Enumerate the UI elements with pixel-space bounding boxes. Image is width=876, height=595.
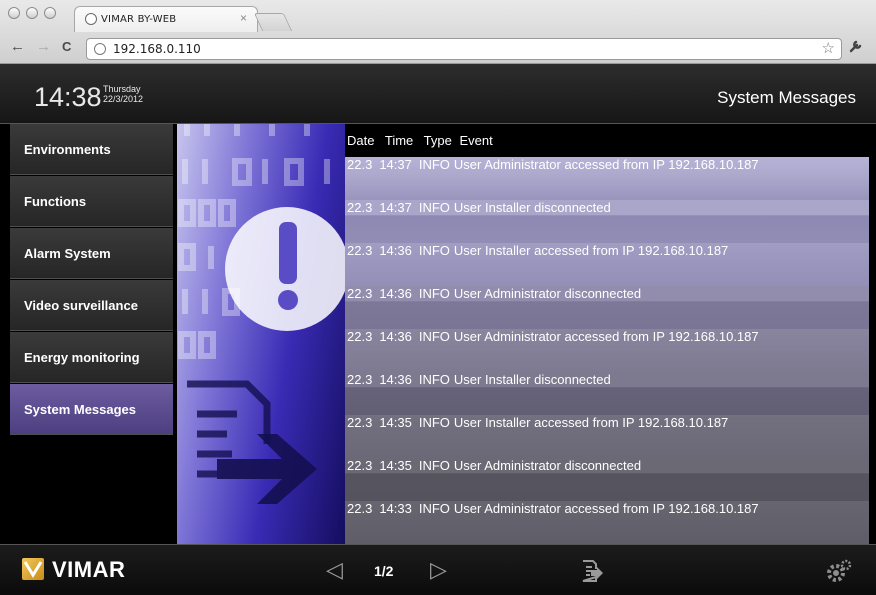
table-header: Date Time Type Event: [345, 124, 869, 157]
close-tab-icon[interactable]: ×: [240, 11, 247, 25]
page-title: System Messages: [717, 88, 856, 107]
clock-time: 14:38: [34, 82, 102, 112]
cell-time: 14:35: [379, 415, 412, 430]
bookmark-star-icon[interactable]: ☆: [822, 39, 835, 57]
cell-event: User Installer disconnected: [453, 200, 611, 215]
cell-time: 14:37: [379, 200, 412, 215]
table-row[interactable]: 22.3 14:33 INFO User Administrator accessed…: [345, 501, 869, 544]
cell-date: 22.3: [347, 415, 373, 430]
cell-type: INFO: [418, 329, 450, 344]
cell-date: 22.3: [347, 200, 373, 215]
table-row[interactable]: 22.3 14:36 INFO User Administrator disconne…: [345, 286, 869, 329]
table-row[interactable]: 22.3 14:37 INFO User Installer disconnected: [345, 200, 869, 243]
forward-button[interactable]: →: [36, 38, 51, 56]
cell-time: 14:36: [379, 243, 412, 258]
export-icon[interactable]: [580, 559, 604, 583]
sidebar-item-video-surveillance[interactable]: Video surveillance: [10, 280, 173, 331]
cell-event: User Administrator accessed from IP 192.…: [453, 157, 759, 172]
system-messages-illustration: [177, 124, 345, 595]
tab-title: VIMAR BY-WEB: [101, 14, 177, 25]
right-border: [869, 124, 876, 595]
brand-logo: VIMAR: [52, 557, 126, 582]
cell-event: User Installer accessed from IP 192.168.…: [453, 243, 729, 258]
cell-type: INFO: [418, 200, 450, 215]
cell-event: User Administrator accessed from IP 192.…: [453, 329, 759, 344]
previous-page-button[interactable]: ◁: [326, 559, 343, 581]
binary-warning-illustration: [178, 124, 345, 504]
reload-button[interactable]: C: [62, 38, 71, 56]
app-header: 14:38 Thursday 22/3/2012 System Messages: [0, 64, 876, 124]
cell-time: 14:37: [379, 157, 412, 172]
date: 22/3/2012: [103, 94, 144, 104]
cell-event: User Installer disconnected: [453, 372, 611, 387]
address-bar[interactable]: 192.168.0.110 ☆: [86, 38, 842, 60]
cell-time: 14:35: [379, 458, 412, 473]
table-row[interactable]: 22.3 14:37 INFO User Administrator accessed…: [345, 157, 869, 200]
back-button[interactable]: ←: [10, 38, 25, 56]
sidebar-item-alarm-system[interactable]: Alarm System: [10, 228, 173, 279]
url-text[interactable]: 192.168.0.110: [113, 42, 201, 56]
cell-time: 14:36: [379, 372, 412, 387]
cell-date: 22.3: [347, 157, 373, 172]
messages-table: Date Time Type Event 22.3 14:37 INFO User A…: [345, 124, 869, 595]
column-event: Event: [459, 133, 493, 148]
sidebar-item-environments[interactable]: Environments: [10, 124, 173, 175]
sidebar-item-functions[interactable]: Functions: [10, 176, 173, 227]
sidebar-item-energy-monitoring[interactable]: Energy monitoring: [10, 332, 173, 383]
cell-date: 22.3: [347, 286, 373, 301]
cell-event: User Administrator disconnected: [453, 286, 642, 301]
table-row[interactable]: 22.3 14:36 INFO User Installer disconnected: [345, 372, 869, 415]
cell-type: INFO: [418, 243, 450, 258]
table-row[interactable]: 22.3 14:35 INFO User Installer accessed fro…: [345, 415, 869, 458]
wrench-icon[interactable]: [848, 38, 864, 58]
cell-time: 14:36: [379, 286, 412, 301]
cell-event: User Administrator accessed from IP 192.…: [453, 501, 759, 516]
table-row[interactable]: 22.3 14:35 INFO User Administrator disconne…: [345, 458, 869, 501]
cell-date: 22.3: [347, 329, 373, 344]
browser-tab[interactable]: VIMAR BY-WEB ×: [74, 6, 258, 32]
cell-type: INFO: [418, 458, 450, 473]
cell-type: INFO: [418, 286, 450, 301]
cell-time: 14:33: [379, 501, 412, 516]
globe-icon: [85, 13, 97, 25]
cell-event: User Installer accessed from IP 192.168.…: [453, 415, 729, 430]
clock-date: Thursday 22/3/2012: [103, 84, 143, 104]
cell-time: 14:36: [379, 329, 412, 344]
cell-type: INFO: [418, 415, 450, 430]
cell-type: INFO: [418, 157, 450, 172]
next-page-button[interactable]: ▷: [430, 559, 447, 581]
table-row[interactable]: 22.3 14:36 INFO User Administrator accessed…: [345, 329, 869, 372]
cell-date: 22.3: [347, 372, 373, 387]
zoom-window-button[interactable]: [44, 7, 56, 19]
globe-icon: [94, 43, 106, 55]
cell-type: INFO: [418, 372, 450, 387]
new-tab-button[interactable]: [253, 13, 293, 31]
app-footer: VIMAR ◁ 1/2 ▷: [0, 544, 876, 595]
cell-date: 22.3: [347, 243, 373, 258]
sidebar-menu: Environments Functions Alarm System Vide…: [10, 124, 173, 595]
cell-date: 22.3: [347, 458, 373, 473]
browser-chrome: VIMAR BY-WEB × ← → C 192.168.0.110 ☆: [0, 0, 876, 64]
vimar-logo-icon: [22, 558, 44, 580]
page-indicator: 1/2: [374, 563, 394, 579]
gear-icon[interactable]: [826, 559, 852, 583]
minimize-window-button[interactable]: [26, 7, 38, 19]
cell-event: User Administrator disconnected: [453, 458, 642, 473]
close-window-button[interactable]: [8, 7, 20, 19]
cell-type: INFO: [418, 501, 450, 516]
column-date: Date: [347, 133, 375, 148]
table-row[interactable]: 22.3 14:36 INFO User Installer accessed fro…: [345, 243, 869, 286]
weekday: Thursday: [103, 84, 141, 94]
column-time: Time: [384, 133, 414, 148]
cell-date: 22.3: [347, 501, 373, 516]
column-type: Type: [423, 133, 452, 148]
sidebar-item-system-messages[interactable]: System Messages: [10, 384, 173, 435]
vimar-app: 14:38 Thursday 22/3/2012 System Messages…: [0, 64, 876, 595]
